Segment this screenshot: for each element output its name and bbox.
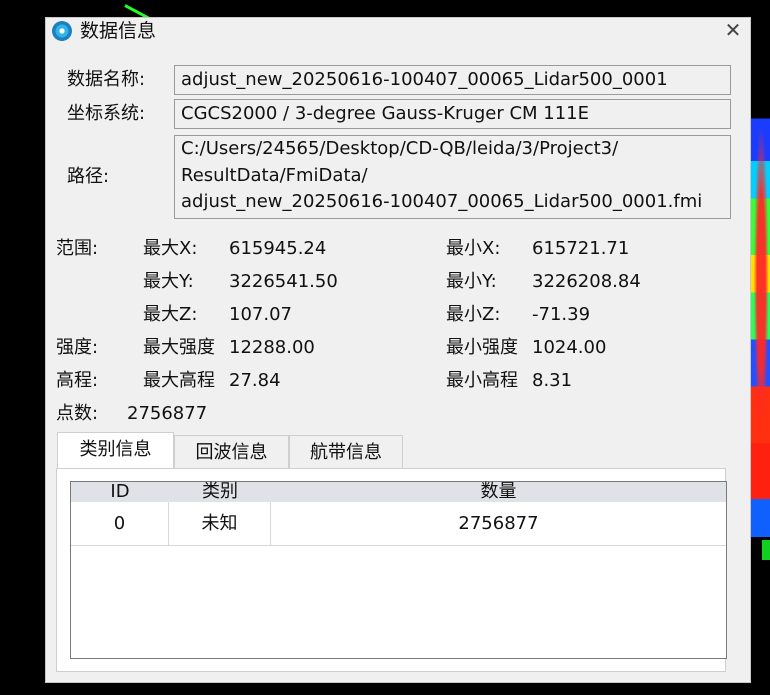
point-count-label: 点数: xyxy=(56,403,99,424)
max-x-value: 615945.24 xyxy=(229,238,327,259)
cell-id: 0 xyxy=(71,502,169,545)
intensity-label: 强度: xyxy=(56,337,99,358)
column-header-id[interactable]: ID xyxy=(71,482,169,502)
category-info-panel: ID 类别 数量 0 未知 2756877 xyxy=(56,468,727,672)
max-elevation-value: 27.84 xyxy=(229,370,281,391)
min-y-label: 最小Y: xyxy=(446,271,497,292)
column-header-count[interactable]: 数量 xyxy=(271,482,726,502)
max-y-value: 3226541.50 xyxy=(229,271,338,292)
background-mark xyxy=(762,540,770,560)
min-x-value: 615721.71 xyxy=(532,238,630,259)
max-intensity-label: 最大强度 xyxy=(143,337,215,358)
path-label: 路径: xyxy=(67,166,110,187)
crs-label: 坐标系统: xyxy=(67,103,146,124)
max-x-label: 最大X: xyxy=(143,238,198,259)
point-cloud-background xyxy=(748,95,770,565)
category-table[interactable]: ID 类别 数量 0 未知 2756877 xyxy=(70,481,727,659)
path-line-3: adjust_new_20250616-100407_00065_Lidar50… xyxy=(181,191,703,212)
point-count-value: 2756877 xyxy=(127,403,208,424)
min-intensity-value: 1024.00 xyxy=(532,337,607,358)
min-y-value: 3226208.84 xyxy=(532,271,641,292)
cell-category: 未知 xyxy=(169,502,271,545)
max-elevation-label: 最大高程 xyxy=(143,370,215,391)
min-z-value: -71.39 xyxy=(532,304,591,325)
title-bar[interactable]: 数据信息 ✕ xyxy=(46,18,750,44)
data-info-dialog: 数据信息 ✕ 数据名称: adjust_new_20250616-100407_… xyxy=(45,17,751,683)
table-row[interactable]: 0 未知 2756877 xyxy=(71,502,726,546)
max-z-value: 107.07 xyxy=(229,304,292,325)
table-header: ID 类别 数量 xyxy=(71,482,726,502)
max-y-label: 最大Y: xyxy=(143,271,194,292)
tab-echo-info[interactable]: 回波信息 xyxy=(174,435,289,468)
tab-flightline-info[interactable]: 航带信息 xyxy=(289,435,403,468)
crs-field[interactable]: CGCS2000 / 3-degree Gauss-Kruger CM 111E xyxy=(174,99,731,129)
data-name-label: 数据名称: xyxy=(67,69,146,90)
tab-category-info[interactable]: 类别信息 xyxy=(57,432,174,469)
max-z-label: 最大Z: xyxy=(143,304,198,325)
path-line-2: ResultData/FmiData/ xyxy=(181,164,368,186)
path-line-1: C:/Users/24565/Desktop/CD-QB/leida/3/Pro… xyxy=(181,138,619,159)
min-x-label: 最小X: xyxy=(446,238,501,259)
app-logo-icon xyxy=(52,21,72,41)
data-name-field[interactable]: adjust_new_20250616-100407_00065_Lidar50… xyxy=(174,65,731,95)
column-header-category[interactable]: 类别 xyxy=(169,482,271,502)
close-button[interactable]: ✕ xyxy=(722,19,744,41)
min-elevation-value: 8.31 xyxy=(532,370,573,391)
max-intensity-value: 12288.00 xyxy=(229,337,315,358)
path-field[interactable]: C:/Users/24565/Desktop/CD-QB/leida/3/Pro… xyxy=(174,135,731,219)
dialog-title: 数据信息 xyxy=(80,20,157,42)
min-intensity-label: 最小强度 xyxy=(446,337,518,358)
min-z-label: 最小Z: xyxy=(446,304,501,325)
min-elevation-label: 最小高程 xyxy=(446,370,518,391)
range-label: 范围: xyxy=(56,238,99,259)
elevation-label: 高程: xyxy=(56,370,99,391)
cell-count: 2756877 xyxy=(458,513,539,534)
